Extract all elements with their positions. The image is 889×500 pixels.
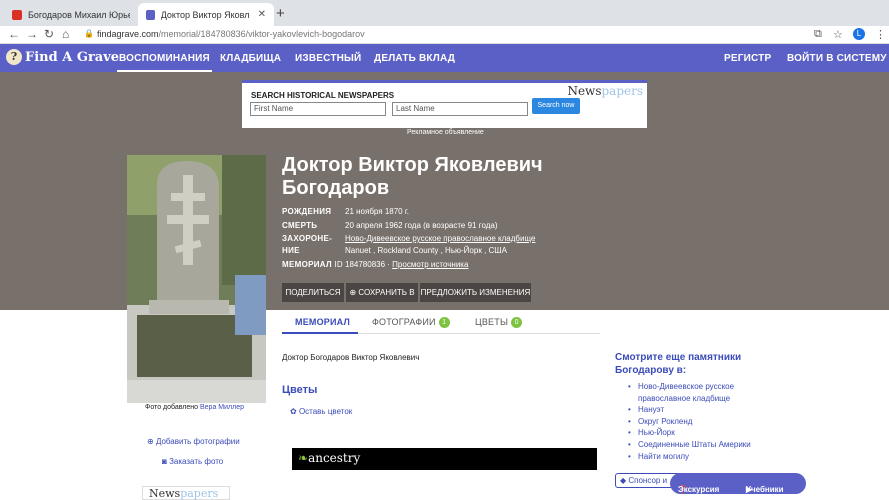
logo-icon: ? <box>6 49 22 65</box>
tab-flowers[interactable]: ЦВЕТЫ 0 <box>475 317 523 329</box>
burial-cemetery-link[interactable]: Ново-Дивеевское русское православное кла… <box>345 234 535 243</box>
bookmark-star-icon[interactable]: ☆ <box>833 28 843 41</box>
nav-famous[interactable]: ИЗВЕСТНЫЙ <box>295 53 361 64</box>
add-photos-link[interactable]: ⊕ Добавить фотографии <box>147 437 240 446</box>
ad-last-name-input[interactable]: Last Name <box>392 102 528 116</box>
browser-tab-active[interactable]: Доктор Виктор Яковлевич Бо ✕ <box>138 3 274 26</box>
menu-kebab-icon[interactable]: ⋮ <box>875 28 886 41</box>
nav-contribute[interactable]: ДЕЛАТЬ ВКЛАД <box>374 53 455 64</box>
tab-title: Богодаров Михаил Юрьевич - <box>28 9 130 20</box>
nav-memorials[interactable]: ВОСПОМИНАНИЯ <box>117 53 212 72</box>
flowers-count-badge: 0 <box>511 317 523 329</box>
more-link-county[interactable]: Округ Рокленд <box>628 416 778 428</box>
ancestry-leaf-icon: ❧ <box>298 451 309 465</box>
death-value: 20 апреля 1962 года (в возрасте 91 года) <box>345 221 498 230</box>
ad-first-name-input[interactable]: First Name <box>250 102 386 116</box>
back-icon[interactable]: ← <box>8 27 20 41</box>
save-to-button[interactable]: ⊕ СОХРАНИТЬ В <box>346 283 418 302</box>
profile-avatar[interactable]: L <box>853 28 865 40</box>
photos-count-badge: 1 <box>438 317 450 329</box>
close-tab-icon[interactable]: ✕ <box>258 9 266 20</box>
memorial-id: 184780836 · Просмотр источника <box>345 260 469 269</box>
suggest-edits-button[interactable]: ПРЕДЛОЖИТЬ ИЗМЕНЕНИЯ <box>420 283 531 302</box>
address-bar: ← → ↻ ⌂ 🔒 findagrave.com/memorial/184780… <box>0 26 889 44</box>
plus-circle-icon: ⊕ <box>147 437 156 446</box>
active-tab-indicator <box>282 332 358 334</box>
reload-icon[interactable]: ↻ <box>44 27 54 41</box>
death-label: СМЕРТЬ <box>282 221 318 230</box>
browser-tab-strip: Богодаров Михаил Юрьевич - ✕ Доктор Викт… <box>0 0 889 26</box>
camera-icon: ◙ <box>162 457 170 466</box>
more-memorials-list: Ново-Дивеевское русское православное кла… <box>628 381 778 462</box>
find-a-grave-logo[interactable]: ? Find A Grave <box>6 49 119 65</box>
more-link-find-grave[interactable]: Найти могилу <box>628 451 778 463</box>
memorial-id-label: МЕМОРИАЛ ID <box>282 260 344 269</box>
newspapers-logo: Newspapers <box>567 84 643 98</box>
site-navbar: ? Find A Grave ВОСПОМИНАНИЯ КЛАДБИЩА ИЗВ… <box>0 44 889 72</box>
tab-photos[interactable]: ФОТОГРАФИИ 1 <box>372 317 450 329</box>
ad-title: SEARCH HISTORICAL NEWSPAPERS <box>251 91 395 100</box>
url-field[interactable]: findagrave.com/memorial/184780836/viktor… <box>97 29 365 39</box>
home-icon[interactable]: ⌂ <box>62 27 69 41</box>
tab-favicon-icon <box>146 9 155 20</box>
ad-search-button[interactable]: Search now <box>532 98 580 114</box>
share-button[interactable]: ПОДЕЛИТЬСЯ <box>282 283 344 302</box>
newspapers-ad[interactable]: SEARCH HISTORICAL NEWSPAPERS Newspapers … <box>242 80 647 128</box>
lock-icon: 🔒 <box>84 29 94 38</box>
help-pill: ❓ Экскурсия ▶ Учебники <box>670 473 806 494</box>
translate-icon[interactable]: ⧉ <box>814 28 822 41</box>
more-link-cemetery[interactable]: Ново-Дивеевское русское православное кла… <box>628 381 778 404</box>
new-tab-icon[interactable]: + <box>276 5 285 22</box>
browser-tab[interactable]: Богодаров Михаил Юрьевич - ✕ <box>4 3 154 26</box>
ancestry-ad[interactable]: ❧ancestry <box>292 448 597 470</box>
memorial-name: Доктор Виктор Яковлевич Богодаров <box>282 154 543 199</box>
order-photo-link[interactable]: ◙ Заказать фото <box>162 457 223 466</box>
birth-value: 21 ноября 1870 г. <box>345 207 409 216</box>
more-memorials-heading: Смотрите еще памятники Богодарову в: <box>615 352 742 376</box>
newspapers-ad-small[interactable]: Newspapers <box>142 486 230 500</box>
flowers-heading: Цветы <box>282 384 318 396</box>
burial-label: ЗАХОРОНЕ- <box>282 234 333 243</box>
more-link-state[interactable]: Нью-Йорк <box>628 427 778 439</box>
burial-location: Nanuet , Rockland County , Нью-Йорк , СШ… <box>345 246 507 255</box>
bio-text: Доктор Богодаров Виктор Яковлевич <box>282 353 420 362</box>
nav-cemeteries[interactable]: КЛАДБИЩА <box>220 53 281 64</box>
ad-label: Рекламное объявление <box>407 129 484 136</box>
tab-favicon-icon <box>12 9 22 20</box>
more-link-country[interactable]: Соединенные Штаты Америки <box>628 439 778 451</box>
photo-author-link[interactable]: Вера Миллер <box>200 404 244 411</box>
photo-credit: Фото добавлено Вера Миллер <box>145 404 244 411</box>
leave-flower-link[interactable]: ✿ Оставь цветок <box>290 407 352 416</box>
nav-login[interactable]: ВОЙТИ В СИСТЕМУ <box>787 53 887 64</box>
burial-label-cont: НИЕ <box>282 246 300 255</box>
forward-icon[interactable]: → <box>26 27 38 41</box>
tab-memorial[interactable]: МЕМОРИАЛ <box>295 317 350 327</box>
birth-label: РОЖДЕНИЯ <box>282 207 332 216</box>
tab-title: Доктор Виктор Яковлевич Бо <box>160 9 250 20</box>
nav-register[interactable]: РЕГИСТР <box>724 53 771 64</box>
headstone-photo[interactable] <box>127 155 266 403</box>
more-link-city[interactable]: Нануэт <box>628 404 778 416</box>
view-source-link[interactable]: Просмотр источника <box>392 260 468 269</box>
flower-icon: ✿ <box>290 407 299 416</box>
